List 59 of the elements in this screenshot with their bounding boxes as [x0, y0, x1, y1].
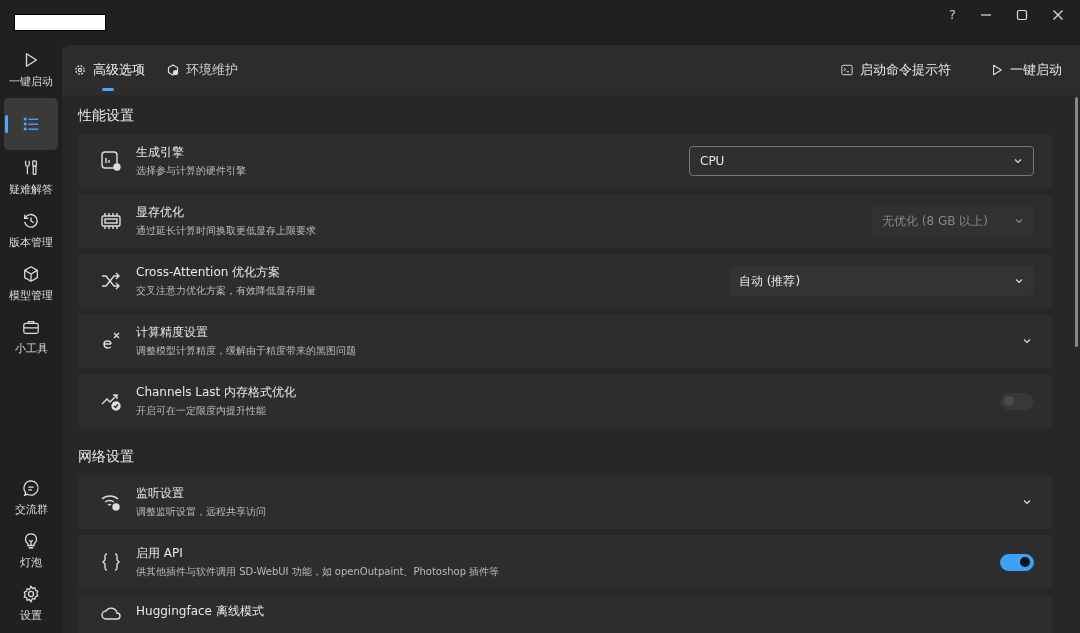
- nav-item[interactable]: 设置: [4, 579, 58, 629]
- setting-description: 交叉注意力优化方案，有效降低显存用量: [136, 284, 317, 298]
- chip-gear-icon: [100, 150, 122, 172]
- braces-icon: [100, 551, 122, 573]
- tools-icon: [22, 159, 40, 177]
- nav-item[interactable]: 模型管理: [4, 259, 58, 309]
- setting-description: 通过延长计算时间换取更低显存上限要求: [136, 224, 317, 238]
- tab[interactable]: 环境维护: [167, 47, 238, 93]
- setting-title: 启用 API: [136, 545, 184, 562]
- setting-title: 监听设置: [136, 485, 185, 502]
- gear-icon: [74, 64, 86, 76]
- setting-title: Channels Last 内存格式优化: [136, 384, 298, 401]
- setting-title: 生成引擎: [136, 144, 185, 161]
- shuffle-icon: [100, 270, 122, 292]
- chevron-down-icon: [1014, 276, 1024, 286]
- help-button[interactable]: ?: [949, 7, 956, 22]
- dropdown[interactable]: 自动 (推荐): [729, 266, 1034, 296]
- section-title: 网络设置: [78, 448, 135, 465]
- package-icon: [167, 64, 179, 76]
- toolbar-button[interactable]: 一键启动: [991, 61, 1062, 79]
- chevron-down-icon: [1013, 156, 1023, 166]
- setting-description: 选择参与计算的硬件引擎: [136, 164, 247, 178]
- close-icon[interactable]: [1052, 8, 1064, 21]
- setting-description: 供其他插件与软件调用 SD-WebUI 功能，如 openOutpaint、Photoshop 插件等: [136, 565, 501, 579]
- setting-description: 调整监听设置，远程共享访问: [136, 505, 267, 519]
- list-icon: [22, 115, 40, 133]
- chevron-down-icon: [1014, 216, 1024, 226]
- lightbulb-icon: [22, 532, 40, 550]
- nav-item[interactable]: 交流群: [4, 473, 58, 523]
- nav-item[interactable]: 疑难解答: [4, 153, 58, 203]
- setting-title: Cross-Attention 优化方案: [136, 264, 282, 281]
- nav-item[interactable]: 小工具: [4, 312, 58, 362]
- settings-icon: [22, 585, 40, 603]
- tab[interactable]: 高级选项: [74, 47, 145, 93]
- setting-title: 显存优化: [136, 204, 185, 221]
- nav-item[interactable]: 一键启动: [4, 45, 58, 95]
- setting-title: Huggingface 离线模式: [136, 603, 265, 620]
- toolbox-icon: [22, 318, 40, 336]
- toolbar-button[interactable]: 启动命令提示符: [841, 61, 951, 79]
- scrollbar-thumb[interactable]: [1074, 97, 1078, 347]
- setting-description: 开启可在一定限度内提升性能: [136, 404, 267, 418]
- toggle-switch[interactable]: [1000, 553, 1034, 571]
- setting-title: 计算精度设置: [136, 324, 209, 341]
- chevron-down-icon[interactable]: [1022, 497, 1032, 507]
- nav-button[interactable]: [4, 98, 58, 150]
- history-icon: [22, 212, 40, 230]
- chat-icon: [22, 479, 40, 497]
- setting-description: 调整模型计算精度，缓解由于精度带来的黑图问题: [136, 344, 357, 358]
- box-icon: [22, 265, 40, 283]
- play-icon: [991, 64, 1003, 76]
- nav-item[interactable]: 版本管理: [4, 206, 58, 256]
- section-title: 性能设置: [78, 107, 135, 124]
- maximize-icon[interactable]: [1016, 8, 1028, 21]
- memory-icon: [100, 210, 122, 232]
- exponent-icon: [100, 330, 122, 352]
- terminal-icon: [841, 64, 853, 76]
- nav-item[interactable]: 灯泡: [4, 526, 58, 576]
- dropdown[interactable]: CPU: [689, 146, 1034, 176]
- chevron-down-icon[interactable]: [1022, 336, 1032, 346]
